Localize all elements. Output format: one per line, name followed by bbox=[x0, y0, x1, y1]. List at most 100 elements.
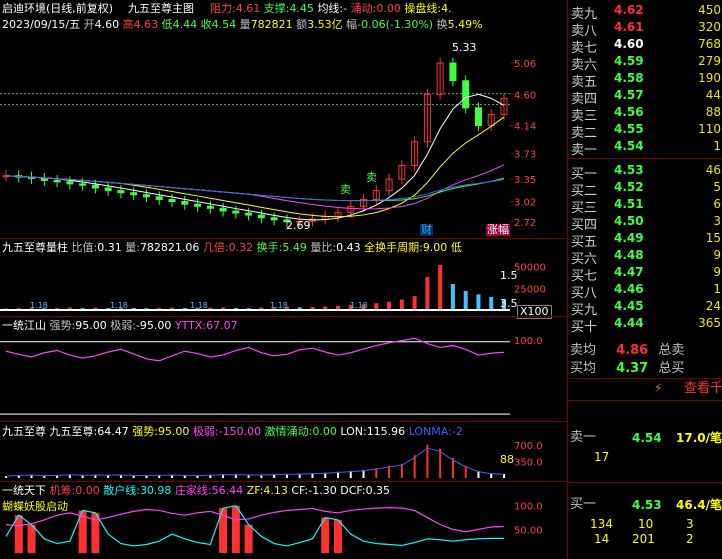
vol-cycle-value: 9.00 bbox=[422, 241, 448, 254]
volume-small-label: 1.18 bbox=[30, 301, 48, 310]
candle-body bbox=[449, 62, 457, 82]
sell-row-2[interactable]: 卖八 4.61 320 bbox=[570, 19, 722, 39]
candle-body bbox=[194, 203, 202, 207]
dealer-chip-bar bbox=[334, 519, 342, 553]
detail-b1-label: 买一 bbox=[570, 497, 597, 512]
buy-row-8[interactable]: 买八 4.46 1 bbox=[570, 281, 722, 301]
p5-zf-value: 4.13 bbox=[263, 484, 288, 497]
detail-b1-vol: 46.4/笔 bbox=[676, 498, 722, 512]
buy-row-7[interactable]: 买七 4.47 9 bbox=[570, 264, 722, 284]
support-value: 4.45 bbox=[289, 2, 314, 15]
detail-s1-count: 17 bbox=[594, 450, 610, 464]
buy-avg-label: 买均 bbox=[570, 361, 597, 376]
stock-chart-window: 启迪环境(日线,前复权) 九五至尊主图 阻力:4.61 支撑:4.45 均线:-… bbox=[0, 0, 722, 559]
dealer-chip-bar bbox=[231, 505, 240, 553]
p5-axis-label: 100.0 bbox=[514, 502, 543, 513]
lon-area-chart[interactable]: 700.0 350.0 bbox=[0, 438, 567, 480]
volume-bar-chart[interactable]: 50000 25000 1.18 1.18 1.18 1.18 1.18 bbox=[0, 254, 567, 314]
detail-b1-r2c1: 14 bbox=[594, 532, 610, 546]
candle-body bbox=[117, 190, 125, 194]
main-indicator-name[interactable]: 九五至尊主图 bbox=[128, 3, 194, 15]
vol-low-label: 低 bbox=[450, 241, 462, 254]
view-more-button[interactable]: 查看千 bbox=[684, 382, 722, 395]
p4-title[interactable]: 九五至尊 bbox=[2, 425, 46, 438]
p5-title[interactable]: 一统天下 bbox=[2, 484, 46, 497]
buy-row-1[interactable]: 买一 4.53 46 bbox=[570, 162, 722, 182]
sell-row-4[interactable]: 卖六 4.59 279 bbox=[570, 53, 722, 73]
p3-title[interactable]: 一统江山 bbox=[2, 319, 46, 332]
sell-row-7[interactable]: 卖三 4.56 88 bbox=[570, 104, 722, 124]
dealer-chip-bar bbox=[27, 524, 36, 553]
candle-body bbox=[474, 107, 482, 126]
stock-name[interactable]: 启迪环境(日线,前复权) bbox=[2, 3, 113, 15]
sell-row-9[interactable]: 卖一 4.54 1 bbox=[570, 138, 722, 158]
buy-row-10[interactable]: 买十 4.44 365 bbox=[570, 315, 722, 335]
detail-s1-label: 卖一 bbox=[570, 430, 597, 445]
sell-price: 4.56 bbox=[614, 105, 644, 119]
sell-volume: 279 bbox=[698, 54, 721, 68]
buy-row-9[interactable]: 买九 4.45 24 bbox=[570, 298, 722, 318]
p4-qs-value: 95.00 bbox=[157, 425, 190, 438]
price-axis-label: 3.73 bbox=[514, 149, 536, 160]
sell-signal-2: 卖 bbox=[366, 171, 377, 184]
p3-jr-label: 极弱: bbox=[110, 319, 136, 332]
p3-yttx-label: YTTX: bbox=[174, 319, 207, 332]
sell-row-6[interactable]: 卖四 4.57 44 bbox=[570, 87, 722, 107]
dealer-retail-chart[interactable]: 100.0 50.00 bbox=[0, 497, 567, 555]
sell-row-3[interactable]: 卖七 4.60 768 bbox=[570, 36, 722, 56]
volume-bar bbox=[438, 264, 443, 310]
sell-row-1[interactable]: 卖九 4.62 450 bbox=[570, 2, 722, 22]
candle-body bbox=[270, 217, 278, 221]
buy-volume: 24 bbox=[705, 299, 721, 313]
buy-row-2[interactable]: 买二 4.52 5 bbox=[570, 179, 722, 199]
trough-price-label: 2.69 bbox=[286, 219, 311, 232]
p4-lon-label: LON: bbox=[340, 425, 367, 438]
candle-body bbox=[245, 212, 253, 216]
p3-qs-value: 95.00 bbox=[75, 319, 107, 332]
buy-volume: 9 bbox=[713, 265, 721, 279]
buy-row-4[interactable]: 买四 4.50 3 bbox=[570, 213, 722, 233]
buy-price: 4.47 bbox=[614, 265, 644, 279]
price-axis-label: 4.60 bbox=[514, 90, 536, 101]
avg-value: - bbox=[343, 2, 348, 15]
p4-jr-label: 极弱: bbox=[192, 425, 219, 438]
main-kline-chart[interactable]: 5.06 4.60 4.14 3.73 3.35 3.02 2.72 bbox=[0, 30, 567, 238]
p5-jm-label: 机筹: bbox=[49, 484, 76, 497]
ctrl-value: 4. bbox=[441, 2, 452, 15]
buy-price: 4.53 bbox=[614, 163, 644, 177]
sell-total-label: 总卖 bbox=[658, 343, 685, 358]
buy-label: 买十 bbox=[571, 320, 598, 335]
ma-line bbox=[5, 93, 505, 221]
vol-panel-title[interactable]: 九五至尊量柱 bbox=[2, 241, 68, 254]
vol-lb-value: 0.43 bbox=[336, 241, 361, 254]
peak-price-label: 5.33 bbox=[452, 41, 477, 54]
candle-body bbox=[155, 196, 163, 200]
p4-jq-value: 0.00 bbox=[312, 425, 337, 438]
sell-row-8[interactable]: 卖二 4.55 110 bbox=[570, 121, 722, 141]
candle-body bbox=[232, 210, 240, 214]
vol-tag-2: 3.5 bbox=[500, 297, 518, 310]
sell-avg-value: 4.86 bbox=[616, 343, 649, 358]
candle-body bbox=[168, 198, 176, 202]
sell-volume: 88 bbox=[705, 105, 721, 119]
support-label: 支撑: bbox=[263, 2, 290, 15]
sell-price: 4.60 bbox=[614, 37, 644, 51]
yttx-line-chart[interactable]: 100.0 bbox=[0, 332, 567, 420]
sell-price: 4.59 bbox=[614, 54, 644, 68]
sell-label: 卖一 bbox=[571, 143, 598, 158]
buy-row-6[interactable]: 买六 4.48 9 bbox=[570, 247, 722, 267]
buy-volume: 46 bbox=[705, 163, 721, 177]
p5-sh-label: 散户线: bbox=[103, 484, 140, 497]
buy-row-3[interactable]: 买三 4.51 6 bbox=[570, 196, 722, 216]
buy-row-5[interactable]: 买五 4.49 15 bbox=[570, 230, 722, 250]
sell-row-5[interactable]: 卖五 4.58 190 bbox=[570, 70, 722, 90]
volume-axis-label: 25000 bbox=[514, 284, 546, 295]
vol-lb-label: 量比: bbox=[310, 241, 337, 254]
sell-signal-1: 卖 bbox=[340, 183, 351, 196]
lightning-icon[interactable]: ⚡ bbox=[654, 382, 662, 394]
candle-body bbox=[219, 207, 227, 212]
p5-cf-label: CF: bbox=[291, 484, 309, 497]
buy-price: 4.44 bbox=[614, 316, 644, 330]
p3-yttx-value: 67.07 bbox=[206, 319, 238, 332]
volume-bar bbox=[387, 301, 392, 310]
